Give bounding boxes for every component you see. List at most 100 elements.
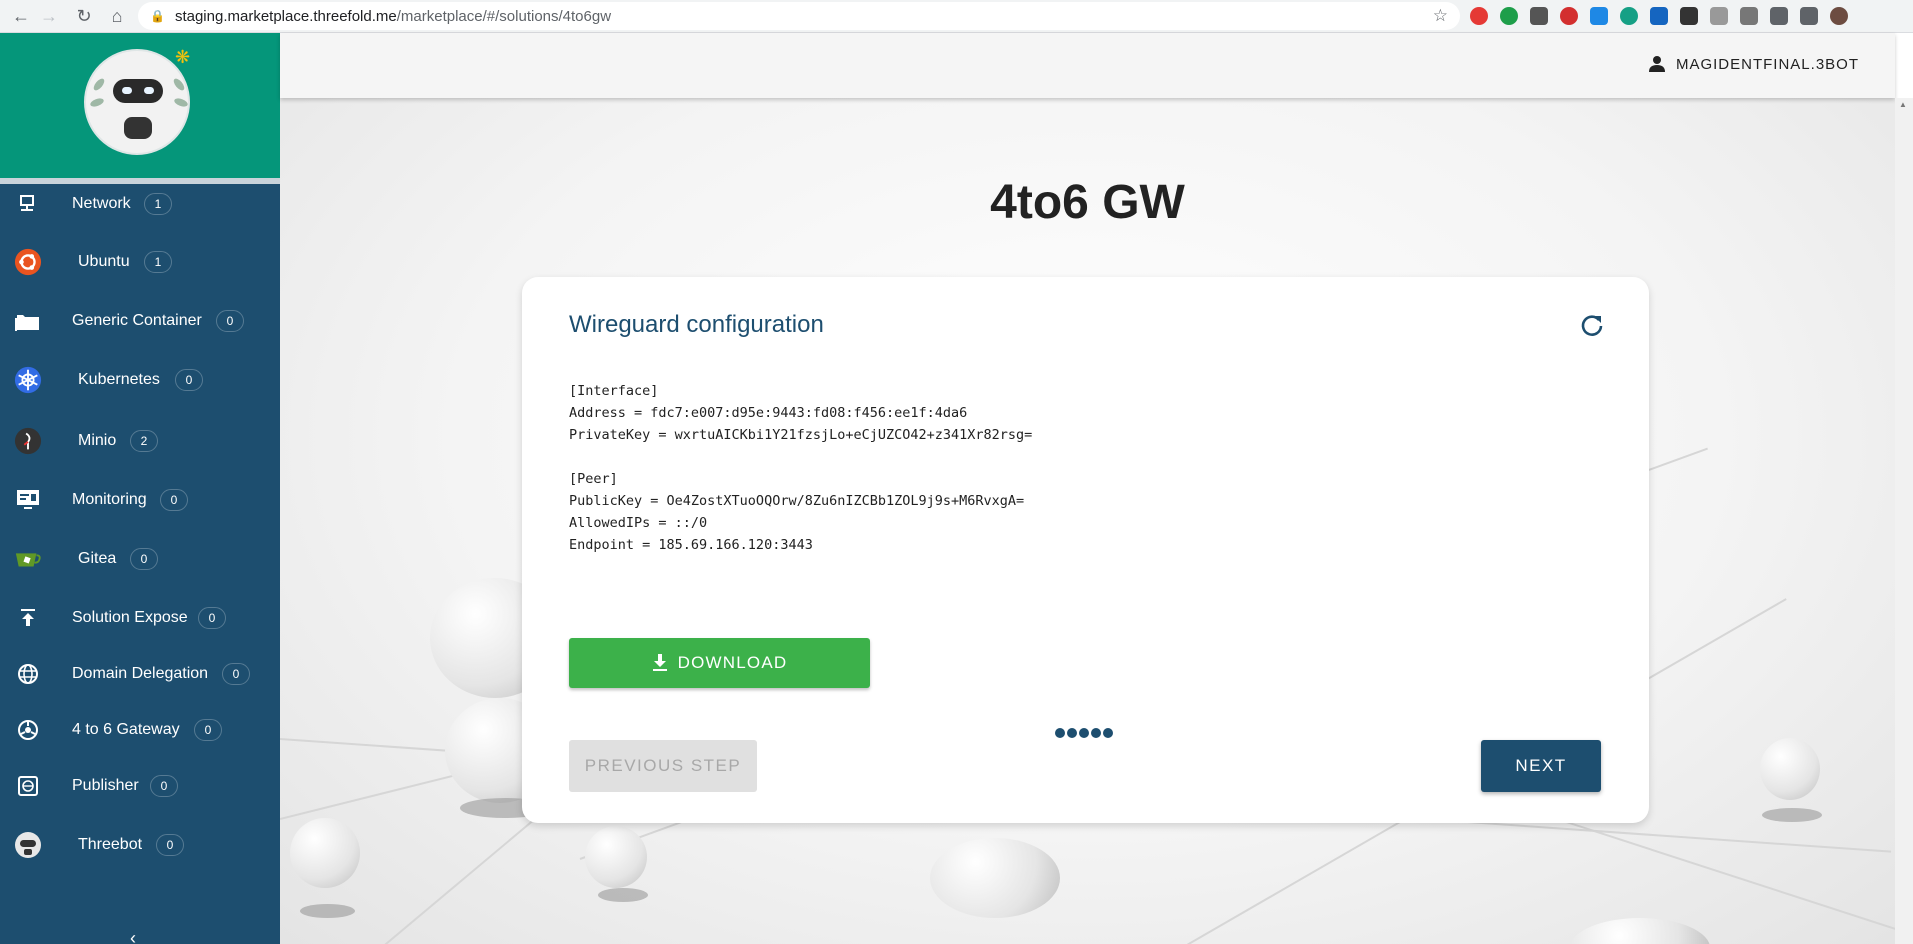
url-path: /marketplace/#/solutions/4to6gw xyxy=(396,7,612,25)
sidebar-item-gitea[interactable]: Gitea 0 xyxy=(0,539,280,579)
puzzle-icon[interactable] xyxy=(1770,7,1788,25)
threebot-icon xyxy=(14,831,42,859)
sidebar-item-generic-container[interactable]: Generic Container 0 xyxy=(0,301,280,341)
extension-icon[interactable] xyxy=(1740,7,1758,25)
step-dot xyxy=(1055,728,1065,738)
count-badge: 0 xyxy=(150,775,178,797)
sidebar-item-label: Monitoring xyxy=(72,491,147,508)
user-icon xyxy=(1648,56,1665,72)
scrollbar[interactable] xyxy=(1895,98,1913,944)
sidebar-item-label: Network xyxy=(72,195,131,212)
logo-area: ❋ xyxy=(0,33,280,178)
extension-icon[interactable] xyxy=(1680,7,1698,25)
folder-icon xyxy=(14,307,42,335)
adblock-icon[interactable] xyxy=(1560,7,1578,25)
gateway-icon xyxy=(14,716,42,744)
download-label: DOWNLOAD xyxy=(677,653,788,672)
back-icon[interactable]: ← xyxy=(8,3,34,29)
count-badge: 0 xyxy=(216,310,244,332)
sidebar-item-label: Domain Delegation xyxy=(72,665,209,682)
home-icon[interactable]: ⌂ xyxy=(104,3,130,29)
wireguard-config-text: [Interface] Address = fdc7:e007:d95e:9443… xyxy=(569,380,1032,556)
sidebar-item-label: Kubernetes xyxy=(78,371,160,388)
count-badge: 0 xyxy=(130,548,158,570)
count-badge: 0 xyxy=(194,719,222,741)
minio-icon xyxy=(14,427,42,455)
count-badge: 2 xyxy=(130,430,158,452)
sidebar-item-label: Solution Expose xyxy=(72,609,188,626)
count-badge: 0 xyxy=(222,663,250,685)
step-indicator xyxy=(1055,728,1113,738)
publisher-icon xyxy=(14,772,42,800)
sidebar-item-label: Generic Container xyxy=(72,312,202,329)
sidebar-item-label: Threebot xyxy=(78,836,143,853)
config-line: [Interface] xyxy=(569,383,659,399)
sidebar-item-monitoring[interactable]: Monitoring 0 xyxy=(0,480,280,520)
sidebar-item-network[interactable]: Network 1 xyxy=(0,184,280,224)
step-dot xyxy=(1067,728,1077,738)
reading-list-icon[interactable] xyxy=(1800,7,1818,25)
next-button[interactable]: NEXT xyxy=(1481,740,1601,792)
extension-icon[interactable] xyxy=(1590,7,1608,25)
collapse-sidebar-icon[interactable]: ‹ xyxy=(130,928,136,944)
sidebar-item-ubuntu[interactable]: Ubuntu 1 xyxy=(0,242,280,282)
lock-icon: 🔒 xyxy=(150,9,165,23)
sidebar-item-label: Ubuntu xyxy=(78,253,130,270)
upload-icon xyxy=(14,604,42,632)
count-badge: 0 xyxy=(175,369,203,391)
extension-icon[interactable] xyxy=(1470,7,1488,25)
refresh-icon[interactable] xyxy=(1579,313,1605,339)
scroll-up-icon[interactable]: ▲ xyxy=(1899,100,1907,109)
ubuntu-icon xyxy=(14,248,42,276)
extension-icon[interactable] xyxy=(1500,7,1518,25)
step-dot xyxy=(1103,728,1113,738)
sidebar-item-solution-expose[interactable]: Solution Expose 0 xyxy=(0,598,280,638)
sidebar-item-threebot[interactable]: Threebot 0 xyxy=(0,825,280,865)
extensions-bar xyxy=(1470,6,1848,26)
sidebar-item-label: Publisher xyxy=(72,777,139,794)
wireguard-card: Wireguard configuration [Interface] Addre… xyxy=(522,277,1649,823)
address-bar[interactable]: 🔒 staging.marketplace.threefold.me/marke… xyxy=(138,2,1460,30)
count-badge: 1 xyxy=(144,251,172,273)
sidebar: ❋ Network 1 Ubuntu 1 Generic Container 0 xyxy=(0,33,280,944)
count-badge: 0 xyxy=(198,607,226,629)
forward-icon[interactable]: → xyxy=(36,3,62,29)
butterfly-icon: ❋ xyxy=(175,47,191,67)
sidebar-item-label: 4 to 6 Gateway xyxy=(72,721,180,738)
sidebar-item-label: Gitea xyxy=(78,550,117,567)
sidebar-item-kubernetes[interactable]: Kubernetes 0 xyxy=(0,360,280,400)
url-host: staging.marketplace.threefold.me xyxy=(174,7,397,25)
monitor-icon xyxy=(14,486,42,514)
page-title: 4to6 GW xyxy=(990,176,1185,229)
profile-avatar[interactable] xyxy=(1830,7,1848,25)
count-badge: 0 xyxy=(160,489,188,511)
sidebar-item-publisher[interactable]: Publisher 0 xyxy=(0,766,280,806)
download-icon xyxy=(652,654,667,671)
count-badge: 0 xyxy=(156,834,184,856)
config-line: [Peer] xyxy=(569,471,618,487)
step-dot xyxy=(1079,728,1089,738)
extension-icon[interactable] xyxy=(1650,7,1668,25)
config-line: Endpoint = 185.69.166.120:3443 xyxy=(569,537,813,553)
sidebar-item-domain-delegation[interactable]: Domain Delegation 0 xyxy=(0,654,280,694)
user-menu[interactable]: MAGIDENTFINAL.3BOT xyxy=(1648,55,1859,73)
globe-icon xyxy=(14,660,42,688)
browser-toolbar: ← → ↻ ⌂ 🔒 staging.marketplace.threefold.… xyxy=(0,0,1913,33)
card-title: Wireguard configuration xyxy=(569,311,824,338)
sidebar-item-4-to-6-gateway[interactable]: 4 to 6 Gateway 0 xyxy=(0,710,280,750)
sidebar-item-minio[interactable]: Minio 2 xyxy=(0,421,280,461)
download-button[interactable]: DOWNLOAD xyxy=(569,638,870,688)
gitea-icon xyxy=(14,545,42,573)
step-dot xyxy=(1091,728,1101,738)
config-line: PrivateKey = wxrtuAICKbi1Y21fzsjLo+eCjUZ… xyxy=(569,427,1033,443)
grammarly-icon[interactable] xyxy=(1620,7,1638,25)
count-badge: 1 xyxy=(144,193,172,215)
extension-icon[interactable] xyxy=(1530,7,1548,25)
config-line: Address = fdc7:e007:d95e:9443:fd08:f456:… xyxy=(569,405,968,421)
previous-step-button[interactable]: PREVIOUS STEP xyxy=(569,740,757,792)
bookmark-star-icon[interactable]: ☆ xyxy=(1433,6,1448,26)
extension-icon[interactable] xyxy=(1710,7,1728,25)
config-line xyxy=(569,446,1032,468)
reload-icon[interactable]: ↻ xyxy=(71,3,97,29)
sidebar-item-label: Minio xyxy=(78,432,117,449)
